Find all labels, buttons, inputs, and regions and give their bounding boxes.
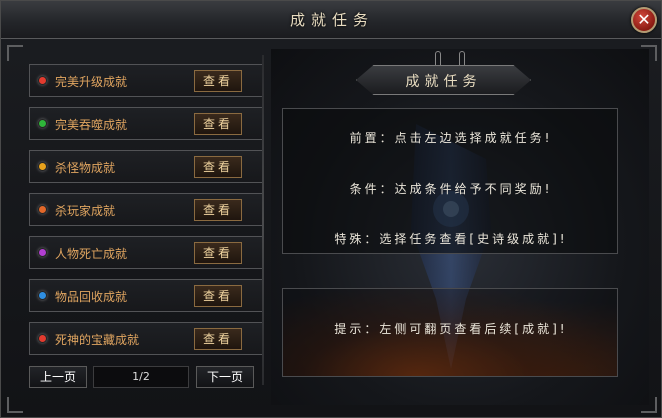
view-button[interactable]: 查看 bbox=[194, 285, 242, 307]
view-button[interactable]: 查看 bbox=[194, 242, 242, 264]
view-button[interactable]: 查看 bbox=[194, 156, 242, 178]
corner-ornament-bottom-left bbox=[7, 397, 23, 413]
view-button[interactable]: 查看 bbox=[194, 328, 242, 350]
hanger-hook-right bbox=[459, 51, 465, 65]
achievement-label: 死神的宝藏成就 bbox=[55, 333, 140, 347]
achievement-label: 杀玩家成就 bbox=[55, 204, 116, 218]
window-title: 成就任务 bbox=[289, 11, 374, 29]
close-button[interactable]: ✕ bbox=[631, 7, 657, 33]
view-button[interactable]: 查看 bbox=[194, 199, 242, 221]
achievement-item[interactable]: 杀玩家成就 查看 bbox=[29, 193, 263, 226]
tip-box: 提示：左侧可翻页查看后续[成就]! bbox=[282, 288, 618, 377]
achievement-label: 完美吞噬成就 bbox=[55, 118, 128, 132]
gem-icon bbox=[38, 205, 47, 214]
achievement-item[interactable]: 物品回收成就 查看 bbox=[29, 279, 263, 312]
achievement-item[interactable]: 完美吞噬成就 查看 bbox=[29, 107, 263, 140]
view-button[interactable]: 查看 bbox=[194, 70, 242, 92]
achievement-item[interactable]: 死神的宝藏成就 查看 bbox=[29, 322, 263, 355]
page-indicator: 1/2 bbox=[93, 366, 189, 388]
achievement-label: 人物死亡成就 bbox=[55, 247, 128, 261]
view-button[interactable]: 查看 bbox=[194, 113, 242, 135]
gem-icon bbox=[38, 291, 47, 300]
title-bar[interactable]: 成就任务 ✕ bbox=[1, 1, 661, 39]
achievement-window: 成就任务 ✕ 完美升级成就 查看 完美吞噬成就 查看 杀怪物成就 查看 杀玩家成就 查看 人物死… bbox=[0, 0, 662, 418]
info-line-prerequisite: 前置：点击左边选择成就任务! bbox=[349, 131, 553, 145]
info-line-condition: 条件：达成条件给予不同奖励! bbox=[349, 182, 553, 196]
hanger-hook-left bbox=[435, 51, 441, 65]
achievement-item[interactable]: 完美升级成就 查看 bbox=[29, 64, 263, 97]
achievement-label: 物品回收成就 bbox=[55, 290, 128, 304]
gem-icon bbox=[38, 248, 47, 257]
info-line-special: 特殊：选择任务查看[史诗级成就]! bbox=[334, 232, 568, 246]
prev-page-button[interactable]: 上一页 bbox=[29, 366, 87, 388]
gem-icon bbox=[38, 334, 47, 343]
achievement-label: 杀怪物成就 bbox=[55, 161, 116, 175]
next-page-button[interactable]: 下一页 bbox=[196, 366, 254, 388]
achievement-item[interactable]: 杀怪物成就 查看 bbox=[29, 150, 263, 183]
achievement-list: 完美升级成就 查看 完美吞噬成就 查看 杀怪物成就 查看 杀玩家成就 查看 人物死亡成就 查看 物品… bbox=[12, 47, 263, 397]
panel-divider bbox=[262, 55, 264, 385]
tip-text: 提示：左侧可翻页查看后续[成就]! bbox=[334, 322, 568, 336]
gem-icon bbox=[38, 162, 47, 171]
achievement-label: 完美升级成就 bbox=[55, 75, 128, 89]
achievement-item[interactable]: 人物死亡成就 查看 bbox=[29, 236, 263, 269]
info-box: 前置：点击左边选择成就任务! 条件：达成条件给予不同奖励! 特殊：选择任务查看[… bbox=[282, 108, 618, 254]
detail-header-title: 成就任务 bbox=[405, 74, 482, 90]
gem-icon bbox=[38, 119, 47, 128]
gem-icon bbox=[38, 76, 47, 85]
